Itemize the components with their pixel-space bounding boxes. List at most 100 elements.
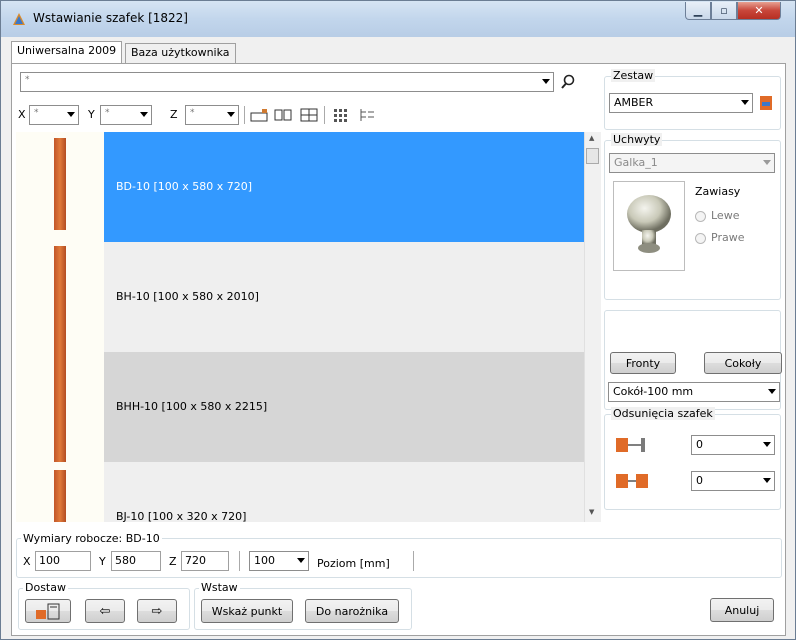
- close-icon: ✕: [754, 4, 764, 17]
- fronty-button[interactable]: Fronty: [610, 352, 676, 374]
- right-hinge-label: Prawe: [711, 231, 745, 244]
- list-scrollbar[interactable]: ▲ ▼: [584, 132, 601, 522]
- cokol-combo[interactable]: Cokół-100 mm: [608, 382, 780, 402]
- zestaw-combo[interactable]: AMBER: [609, 93, 753, 113]
- cabinet-thumbnail: [16, 132, 104, 242]
- dostaw-left-button[interactable]: ⇦: [85, 599, 125, 623]
- dostaw-right-button[interactable]: ⇨: [137, 599, 177, 623]
- scroll-up-icon[interactable]: ▲: [589, 134, 594, 142]
- offset2-value: 0: [696, 474, 703, 487]
- view-large-icon[interactable]: [250, 108, 268, 122]
- dialog-client: Uniwersalna 2009 Baza użytkownika * X * …: [9, 37, 787, 636]
- chevron-down-icon: [763, 160, 771, 165]
- dim-x-input[interactable]: 100: [35, 551, 91, 571]
- offset-single-icon: [616, 438, 645, 452]
- chevron-down-icon: [763, 478, 771, 483]
- dim-z-input[interactable]: 720: [181, 551, 229, 571]
- close-button[interactable]: ✕: [737, 2, 781, 20]
- left-hinge-label: Lewe: [711, 209, 740, 222]
- point-button[interactable]: Wskaż punkt: [201, 599, 293, 623]
- handle-preview: [613, 181, 685, 271]
- chevron-down-icon: [542, 79, 550, 84]
- x-filter-combo[interactable]: *: [29, 105, 79, 125]
- chevron-down-icon: [67, 112, 75, 117]
- y-filter-value: *: [105, 108, 110, 118]
- level-combo[interactable]: 100: [249, 551, 309, 571]
- offsets-group: Odsunięcia szafek 0 0: [604, 407, 781, 510]
- uchwyty-group: Uchwyty Galka_1 Zawiasy Lewe Prawe: [604, 133, 781, 300]
- offsets-title: Odsunięcia szafek: [611, 407, 715, 420]
- wstaw-group: Wstaw Wskaż punkt Do narożnika: [194, 581, 412, 630]
- z-filter-value: *: [190, 108, 195, 118]
- chevron-down-icon: [763, 442, 771, 447]
- list-item-label: BD-10 [100 x 580 x 720]: [116, 180, 253, 193]
- chevron-down-icon: [140, 112, 148, 117]
- insert-cabinet-icon: [36, 603, 60, 620]
- title-bar[interactable]: Wstawianie szafek [1822] ▁ ▫ ✕: [1, 1, 795, 37]
- hinges-title: Zawiasy: [695, 185, 741, 198]
- right-hinge-radio[interactable]: [695, 233, 706, 244]
- maximize-button[interactable]: ▫: [711, 2, 737, 20]
- zestaw-value: AMBER: [614, 96, 654, 109]
- tab-panel: * X * Y * Z * BD-10 [100 x 580 x 720] BH…: [11, 63, 786, 636]
- list-item-label: BH-10 [100 x 580 x 2010]: [116, 290, 259, 303]
- minimize-button[interactable]: ▁: [685, 2, 711, 20]
- list-item[interactable]: BHH-10 [100 x 580 x 2215]: [16, 352, 584, 462]
- arrow-right-icon: ⇨: [151, 603, 163, 619]
- search-combo[interactable]: *: [20, 72, 554, 92]
- cancel-button[interactable]: Anuluj: [710, 598, 774, 622]
- maximize-icon: ▫: [720, 4, 728, 17]
- catalog-icon[interactable]: [759, 95, 773, 111]
- cabinet-thumbnail: [16, 242, 104, 352]
- zestaw-group: Zestaw AMBER: [604, 69, 781, 130]
- list-item[interactable]: BH-10 [100 x 580 x 2010]: [16, 242, 584, 352]
- view-medium-icon[interactable]: [274, 108, 292, 122]
- scroll-down-icon[interactable]: ▼: [589, 508, 594, 516]
- dostaw-insert-button[interactable]: [25, 599, 71, 623]
- toolbar-separator: [244, 106, 245, 124]
- offset1-combo[interactable]: 0: [691, 435, 775, 455]
- left-hinge-radio[interactable]: [695, 211, 706, 222]
- list-item[interactable]: BD-10 [100 x 580 x 720]: [16, 132, 584, 242]
- uchwyty-combo[interactable]: Galka_1: [609, 153, 775, 173]
- tab-baza-uzytkownika[interactable]: Baza użytkownika: [125, 43, 236, 63]
- window-title: Wstawianie szafek [1822]: [33, 11, 188, 25]
- list-item-label: BJ-10 [100 x 320 x 720]: [116, 510, 247, 522]
- view-small-icon[interactable]: [300, 108, 318, 122]
- tab-uniwersalna[interactable]: Uniwersalna 2009: [11, 41, 123, 64]
- uchwyty-title: Uchwyty: [611, 133, 663, 146]
- cokoly-button[interactable]: Cokoły: [704, 352, 782, 374]
- dostaw-group: Dostaw ⇦ ⇨: [18, 581, 190, 630]
- level-label: Poziom [mm]: [317, 557, 390, 570]
- dialog-window: Wstawianie szafek [1822] ▁ ▫ ✕ Uniwersal…: [0, 0, 796, 640]
- z-filter-combo[interactable]: *: [185, 105, 239, 125]
- offset-double-icon: [616, 474, 648, 488]
- wstaw-title: Wstaw: [199, 581, 240, 594]
- y-filter-label: Y: [88, 108, 95, 121]
- uchwyty-value: Galka_1: [614, 156, 658, 169]
- view-grid-icon[interactable]: [332, 108, 350, 122]
- dims-separator: [239, 551, 240, 571]
- minimize-icon: ▁: [693, 4, 703, 17]
- level-value: 100: [254, 554, 275, 567]
- dim-y-input[interactable]: 580: [111, 551, 161, 571]
- offset1-value: 0: [696, 438, 703, 451]
- chevron-down-icon: [741, 100, 749, 105]
- magnifier-icon[interactable]: [560, 74, 576, 90]
- search-value: *: [25, 75, 30, 85]
- chevron-down-icon: [227, 112, 235, 117]
- z-filter-label: Z: [170, 108, 178, 121]
- offset2-combo[interactable]: 0: [691, 471, 775, 491]
- cabinet-thumbnail: [16, 462, 104, 522]
- chevron-down-icon: [768, 389, 776, 394]
- dim-z-label: Z: [169, 555, 177, 568]
- scroll-thumb[interactable]: [586, 148, 599, 164]
- view-tree-icon[interactable]: [358, 108, 376, 122]
- y-filter-combo[interactable]: *: [100, 105, 152, 125]
- corner-button[interactable]: Do narożnika: [305, 599, 399, 623]
- list-item[interactable]: BJ-10 [100 x 320 x 720]: [16, 462, 584, 522]
- x-filter-value: *: [34, 108, 39, 118]
- arrow-left-icon: ⇦: [99, 603, 111, 619]
- cabinet-list[interactable]: BD-10 [100 x 580 x 720] BH-10 [100 x 580…: [16, 132, 584, 522]
- chevron-down-icon: [297, 558, 305, 563]
